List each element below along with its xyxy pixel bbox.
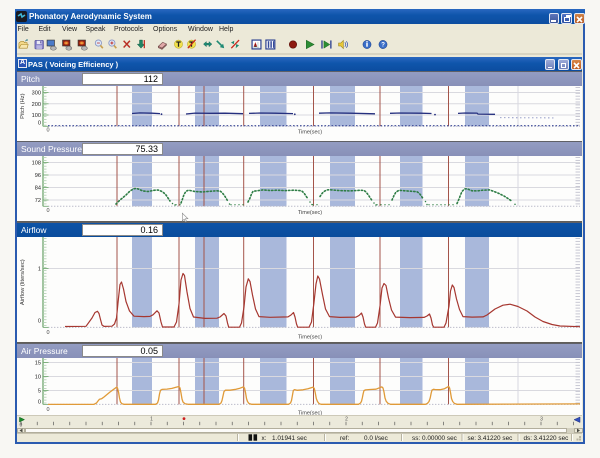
svg-text:0: 0: [38, 319, 41, 325]
svg-text:0: 0: [46, 208, 49, 214]
svg-text:1.01941 sec: 1.01941 sec: [272, 435, 308, 442]
svg-text:3: 3: [540, 416, 543, 422]
svg-text:0: 0: [46, 127, 49, 133]
svg-text:ref:: ref:: [340, 435, 349, 442]
svg-text:Pitch (Hz): Pitch (Hz): [20, 93, 26, 119]
svg-text:2: 2: [345, 416, 348, 422]
svg-text:1: 1: [150, 416, 153, 422]
svg-text:Time(sec): Time(sec): [298, 130, 322, 136]
svg-text:10: 10: [35, 375, 41, 381]
svg-text:ds:: ds:: [524, 435, 533, 442]
svg-text:96: 96: [35, 173, 41, 179]
svg-text:3.41220 sec: 3.41220 sec: [534, 435, 570, 442]
svg-text:15: 15: [35, 361, 41, 367]
svg-text:1: 1: [38, 267, 41, 273]
svg-text:0.00000 sec: 0.00000 sec: [422, 435, 458, 442]
svg-text:84: 84: [35, 186, 41, 192]
svg-text:108: 108: [32, 161, 41, 167]
svg-text:0: 0: [38, 400, 41, 406]
svg-text:Time(sec): Time(sec): [298, 335, 322, 341]
svg-text:x:: x:: [262, 435, 267, 442]
svg-text:0: 0: [38, 121, 41, 127]
svg-text:0.0 l/sec: 0.0 l/sec: [364, 435, 389, 442]
svg-text:Time(sec): Time(sec): [298, 210, 322, 216]
svg-text:?: ?: [381, 42, 385, 49]
svg-text:72: 72: [35, 198, 41, 204]
svg-text:300: 300: [32, 91, 41, 97]
svg-text:0: 0: [46, 407, 49, 413]
svg-text:5: 5: [38, 389, 41, 395]
svg-text:Airflow (liters/sec): Airflow (liters/sec): [20, 259, 26, 305]
svg-text:0: 0: [46, 330, 49, 336]
svg-text:100: 100: [32, 113, 41, 119]
svg-text:se:: se:: [468, 435, 477, 442]
svg-text:3.41220 sec: 3.41220 sec: [478, 435, 514, 442]
svg-text:ss:: ss:: [412, 435, 420, 442]
svg-text:200: 200: [32, 102, 41, 108]
